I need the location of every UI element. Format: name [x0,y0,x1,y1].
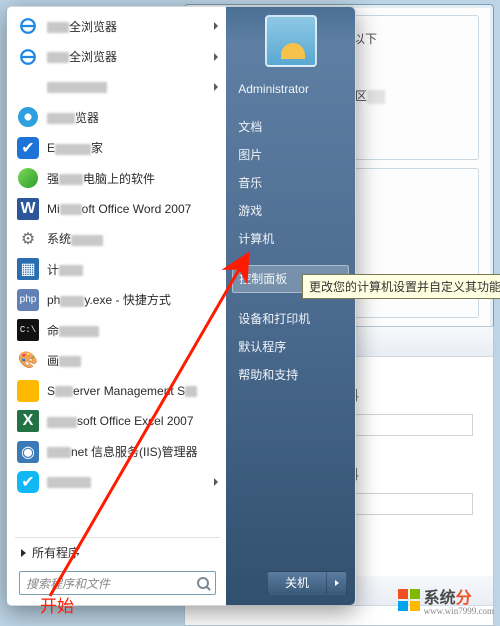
program-label [47,80,107,94]
program-label: 命 [47,322,99,339]
search-placeholder: 搜索程序和文件 [26,575,110,592]
annotation-label: 开始 [40,592,74,617]
program-label: 览器 [47,109,99,126]
php-icon: php [17,289,39,311]
program-label: 全浏览器 [47,18,117,35]
right-pane-item[interactable]: 计算机 [226,225,355,253]
all-programs[interactable]: 所有程序 [11,540,224,565]
right-pane-item[interactable]: 音乐 [226,169,355,197]
program-item[interactable]: ▦计 [11,254,224,284]
submenu-arrow-icon [214,83,218,91]
tencent-icon: ✔ [17,471,39,493]
iis-icon: ◉ [17,441,39,463]
program-item[interactable]: C:\ 命 [11,315,224,345]
program-item[interactable]: ⚙ 系统 [11,224,224,254]
right-pane-item[interactable]: Administrator [226,75,355,103]
program-label: 强电脑上的软件 [47,170,155,187]
green-app-icon [17,167,39,189]
shutdown-menu-button[interactable] [327,571,347,595]
shield-icon: ✔ [17,137,39,159]
right-pane-item[interactable]: 游戏 [226,197,355,225]
program-item[interactable]: 全浏览器 [11,11,224,41]
start-left-pane: 全浏览器全浏览器览器✔E家强电脑上的软件WMioft Office Word 2… [7,7,226,605]
submenu-arrow-icon [214,478,218,486]
program-label: 全浏览器 [47,48,117,65]
sql-server-icon [17,380,39,402]
program-label: Server Management S [47,384,197,398]
gear-icon: ⚙ [17,228,39,250]
browser-360-icon [17,106,39,128]
paint-icon: 🎨 [17,349,39,371]
program-item[interactable]: 全浏览器 [11,41,224,71]
program-label: 系统 [47,230,103,247]
watermark-title-b: 分 [456,590,472,607]
windows-logo-icon [398,589,420,611]
program-label: E家 [47,139,103,156]
right-pane-item[interactable]: 默认程序 [226,333,355,361]
chevron-right-icon [335,580,339,586]
tooltip: 更改您的计算机设置并自定义其功能。 [302,274,500,299]
program-list: 全浏览器全浏览器览器✔E家强电脑上的软件WMioft Office Word 2… [11,11,224,535]
program-item[interactable]: 🎨画 [11,345,224,375]
cmd-icon: C:\ [17,319,39,341]
program-item[interactable]: 强电脑上的软件 [11,163,224,193]
start-menu: 全浏览器全浏览器览器✔E家强电脑上的软件WMioft Office Word 2… [6,6,356,606]
divider [15,537,220,538]
program-label: 计 [47,261,83,278]
triangle-icon [21,549,26,557]
ie-icon [17,46,39,68]
fieldset-text-1: 以下 [353,32,377,46]
program-item[interactable]: ✔ [11,467,224,497]
right-pane-item[interactable]: 设备和打印机 [226,305,355,333]
program-item[interactable]: ◉ net 信息服务(IIS)管理器 [11,436,224,466]
shutdown-row: 关机 [267,571,347,595]
excel-icon: X [17,410,39,432]
submenu-arrow-icon [214,22,218,30]
all-programs-label: 所有程序 [32,544,80,561]
right-pane-item[interactable]: 图片 [226,141,355,169]
program-label: 画 [47,352,81,369]
ie-icon [17,15,39,37]
watermark-title-a: 系统 [424,590,456,607]
right-pane-item[interactable]: 帮助和支持 [226,361,355,389]
program-item[interactable]: ✔ E家 [11,133,224,163]
right-pane-item[interactable]: 文档 [226,113,355,141]
program-item[interactable]: W Mioft Office Word 2007 [11,193,224,223]
user-picture[interactable] [265,15,317,67]
watermark: 系统分 www.win7999.com [398,584,494,616]
program-item[interactable] [11,72,224,102]
calculator-icon: ▦ [17,258,39,280]
program-label: phy.exe - 快捷方式 [47,291,171,308]
program-label: Mioft Office Word 2007 [47,202,191,216]
search-icon [197,577,209,589]
program-label: soft Office Excel 2007 [47,414,194,428]
program-item[interactable]: Server Management S [11,376,224,406]
program-item[interactable]: Xsoft Office Excel 2007 [11,406,224,436]
start-right-pane: Administrator文档图片音乐游戏计算机控制面板设备和打印机默认程序帮助… [226,7,355,605]
program-label [47,475,91,489]
program-label: net 信息服务(IIS)管理器 [47,443,198,460]
app-icon [17,76,39,98]
program-item[interactable]: 览器 [11,102,224,132]
submenu-arrow-icon [214,53,218,61]
program-item[interactable]: php phy.exe - 快捷方式 [11,285,224,315]
word-icon: W [17,198,39,220]
shutdown-button[interactable]: 关机 [267,571,327,595]
watermark-sub: www.win7999.com [424,606,494,616]
